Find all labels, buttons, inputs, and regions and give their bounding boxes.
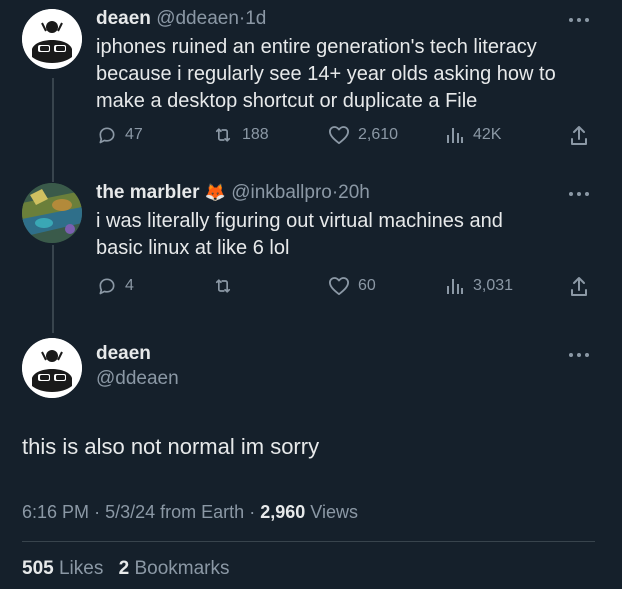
display-name[interactable]: deaen	[96, 8, 151, 29]
reply-button[interactable]: 4	[97, 276, 134, 296]
separator-dot: ·	[249, 502, 256, 522]
views-icon	[447, 128, 463, 143]
share-button[interactable]	[569, 276, 589, 298]
reply-icon	[99, 278, 115, 295]
timestamp[interactable]: 1d	[245, 8, 266, 29]
like-button[interactable]: 2,610	[328, 125, 398, 145]
like-button[interactable]: 60	[328, 276, 376, 296]
like-count: 60	[358, 277, 376, 294]
tweet-text-line: because i regularly see 14+ year olds as…	[96, 63, 556, 85]
tweet-time[interactable]: 6:16 PM	[22, 502, 89, 522]
more-icon[interactable]	[569, 351, 591, 359]
avatar[interactable]	[22, 183, 82, 243]
display-name[interactable]: deaen	[96, 342, 151, 366]
retweet-count: 188	[242, 126, 269, 143]
views-icon	[447, 279, 463, 294]
more-icon[interactable]	[569, 16, 591, 24]
reply-button[interactable]: 47	[97, 125, 143, 145]
tweet-text-line: make a desktop shortcut or duplicate a F…	[96, 90, 478, 112]
share-button[interactable]	[569, 125, 589, 147]
separator-dot: ·	[94, 502, 101, 522]
handle[interactable]: @ddeaen	[96, 367, 179, 391]
tweet-text-line: i was literally figuring out virtual mac…	[96, 210, 503, 232]
tweet-text-line: basic linux at like 6 lol	[96, 237, 290, 259]
avatar-image	[22, 9, 82, 69]
views-button[interactable]: 42K	[445, 125, 501, 145]
views-count: 2,960	[260, 502, 306, 522]
reply-count: 47	[125, 126, 143, 143]
avatar-image	[22, 338, 82, 398]
fox-emoji: 🦊	[204, 183, 226, 202]
tweet-header: deaen @ddeaen·1d	[96, 7, 266, 31]
likes-label: Likes	[58, 558, 104, 579]
avatar[interactable]	[22, 338, 82, 398]
likes-stat[interactable]: 505 Likes	[22, 558, 109, 579]
tweet-source: from Earth	[160, 502, 245, 522]
retweet-button[interactable]: 188	[212, 125, 269, 145]
handle[interactable]: @ddeaen	[156, 8, 239, 29]
retweet-icon	[215, 128, 231, 142]
reply-icon	[99, 127, 115, 144]
tweet-text-line: iphones ruined an entire generation's te…	[96, 36, 537, 58]
like-count: 2,610	[358, 126, 399, 143]
display-name[interactable]: the marbler	[96, 182, 199, 203]
share-icon	[571, 126, 587, 145]
handle[interactable]: @inkballpro	[231, 182, 332, 203]
tweet-date[interactable]: 5/3/24	[105, 502, 155, 522]
main-tweet-text: this is also not normal im sorry	[22, 434, 320, 459]
views-button[interactable]: 3,031	[445, 276, 513, 296]
thread-line-2	[52, 245, 54, 333]
share-icon	[571, 277, 587, 296]
thread-line-1	[52, 78, 54, 182]
divider	[22, 541, 595, 542]
more-icon[interactable]	[569, 190, 591, 198]
retweet-icon	[215, 279, 231, 293]
bookmarks-count: 2	[118, 558, 130, 579]
views-label: Views	[310, 502, 358, 522]
views-count: 3,031	[473, 277, 514, 294]
engagement-stats: 505 Likes 2 Bookmarks	[22, 557, 230, 581]
like-icon	[328, 277, 349, 296]
tweet-text: i was literally figuring out virtual mac…	[96, 208, 503, 262]
retweet-button[interactable]	[212, 276, 234, 296]
avatar-image	[22, 183, 82, 243]
reply-count: 4	[125, 277, 134, 294]
like-icon	[328, 126, 349, 145]
tweet-header: the marbler 🦊 @inkballpro·20h	[96, 181, 370, 205]
tweet-text: iphones ruined an entire generation's te…	[96, 34, 556, 115]
tweet-meta: 6:16 PM · 5/3/24 from Earth · 2,960 View…	[22, 500, 358, 524]
likes-count: 505	[22, 558, 54, 579]
bookmarks-stat[interactable]: 2 Bookmarks	[119, 558, 230, 579]
timestamp[interactable]: 20h	[338, 182, 370, 203]
views-count: 42K	[473, 126, 502, 143]
avatar[interactable]	[22, 9, 82, 69]
bookmarks-label: Bookmarks	[134, 558, 230, 579]
